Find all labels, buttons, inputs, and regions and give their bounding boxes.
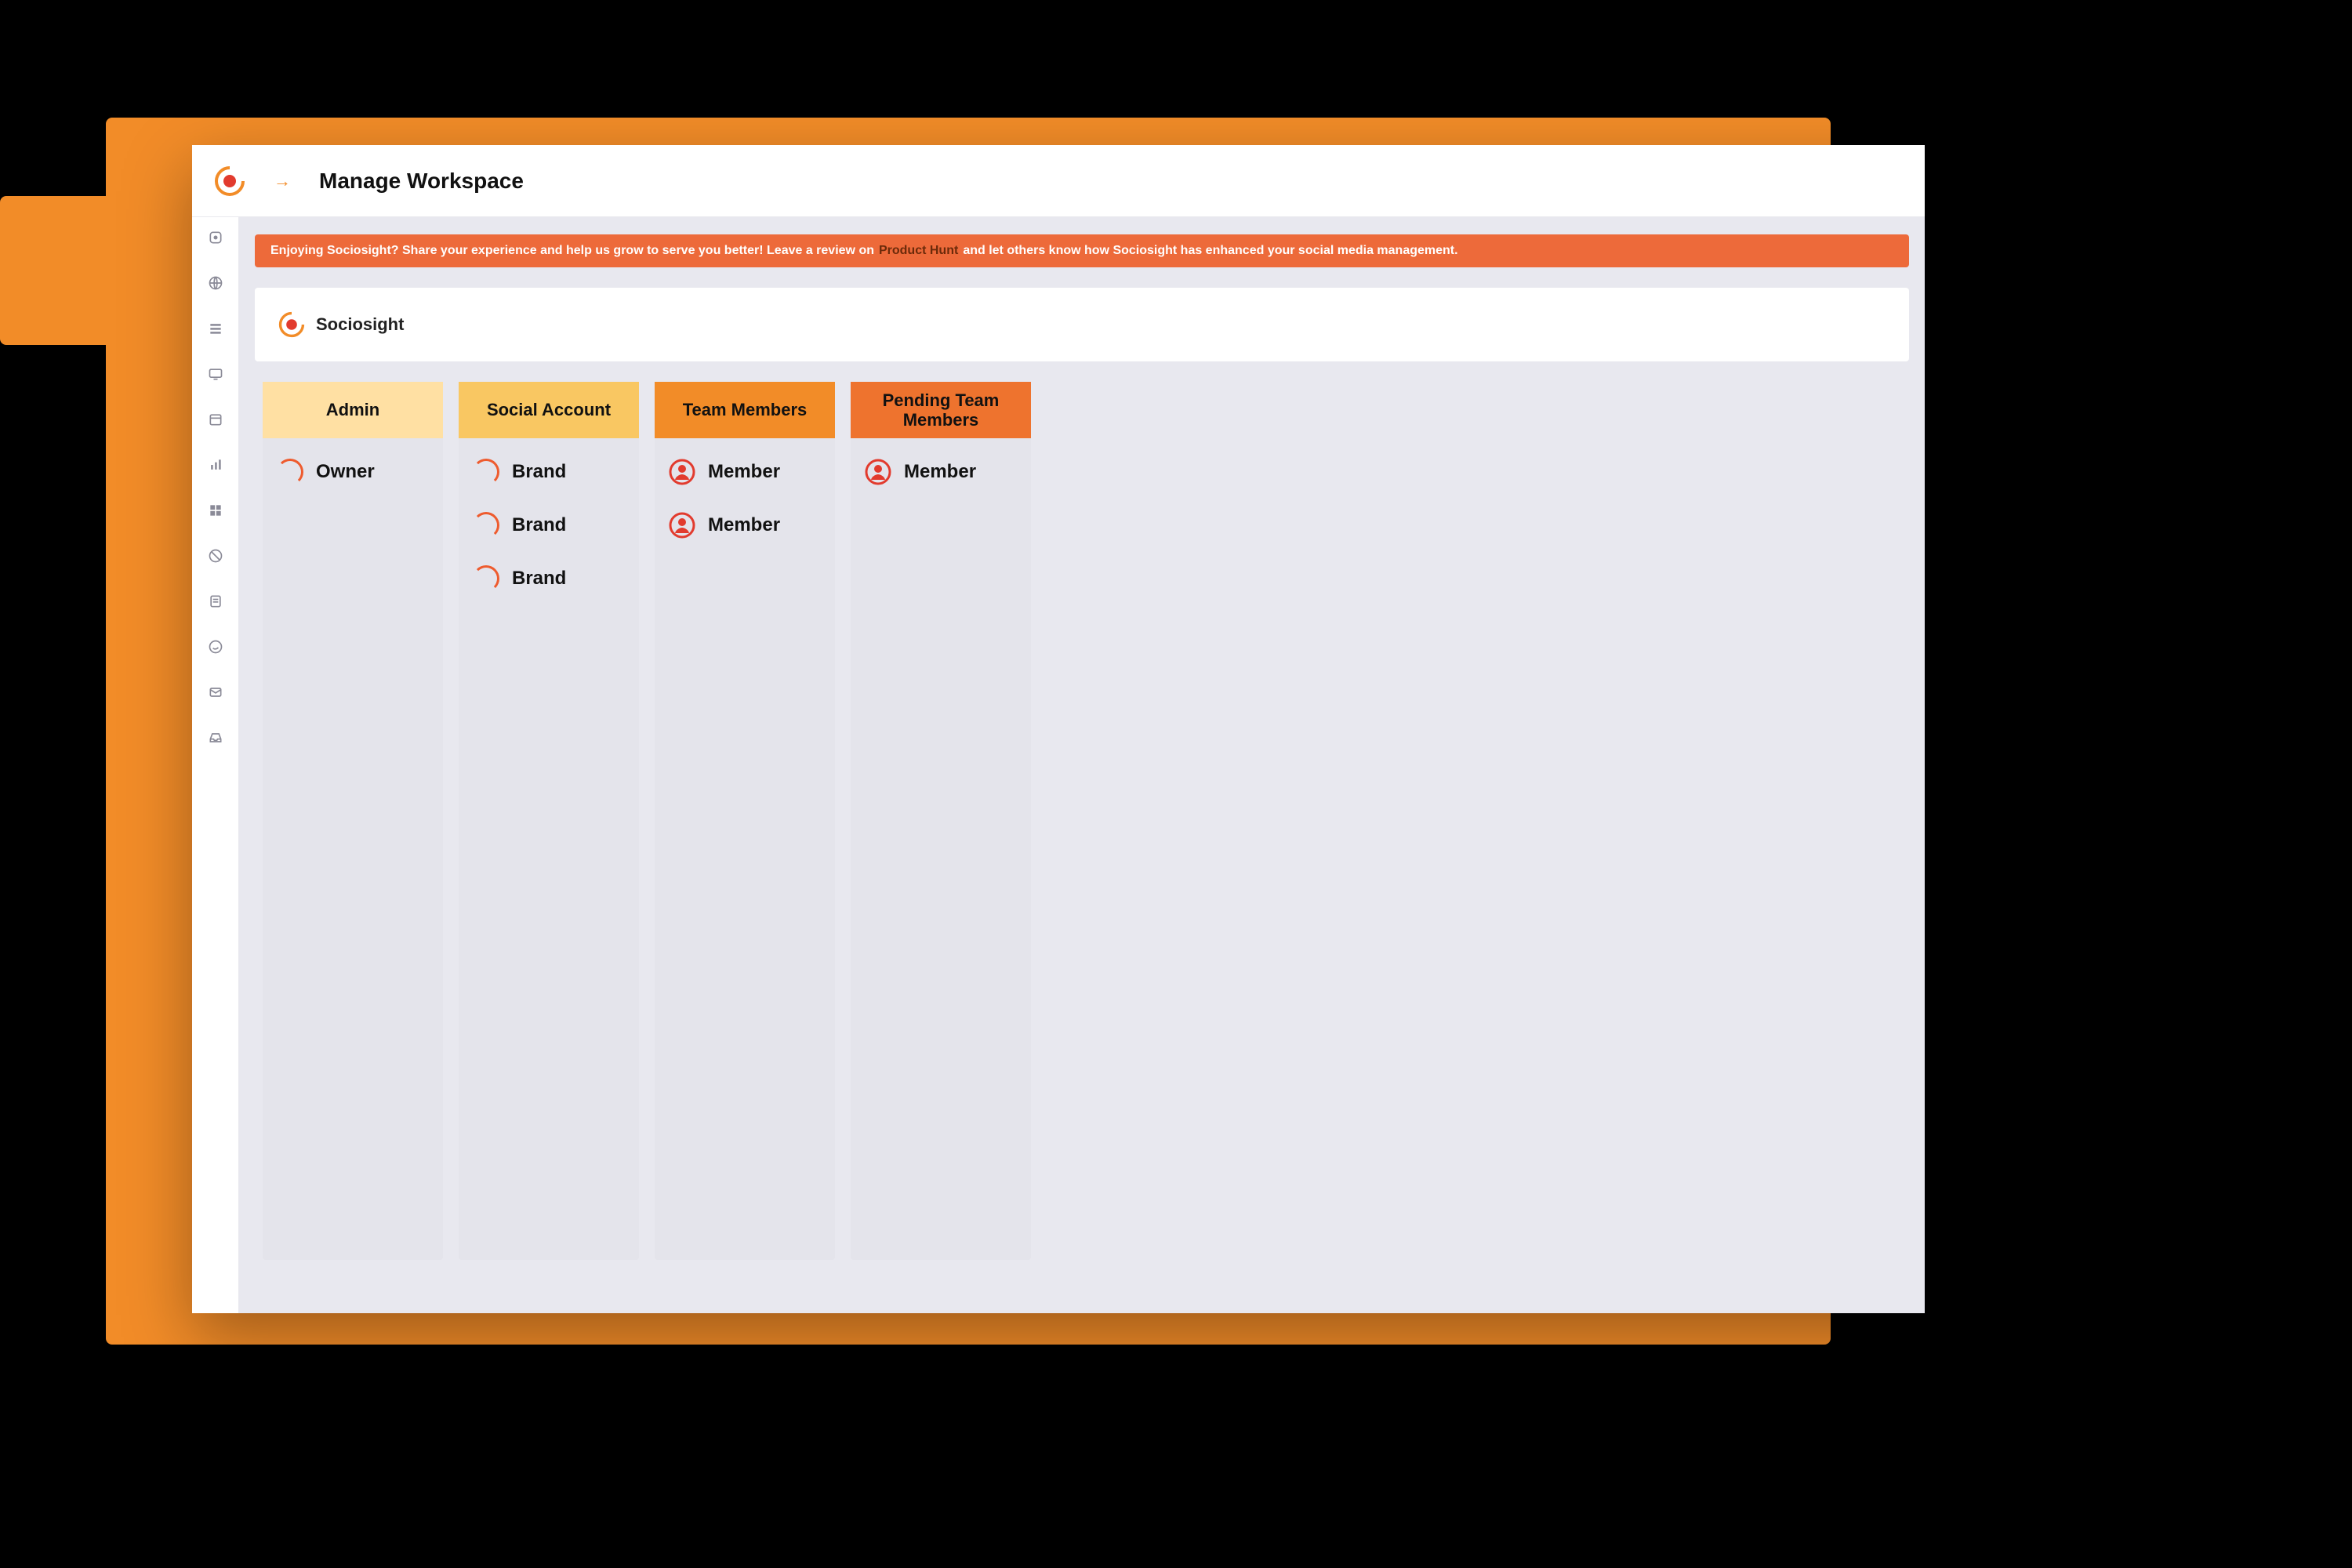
workspace-column: Admin Owner <box>263 382 443 1260</box>
promo-banner-pre: Enjoying Sociosight? Share your experien… <box>270 244 874 258</box>
sidebar-item-whatsapp[interactable] <box>206 637 225 656</box>
workspace-card: Sociosight <box>255 288 1909 361</box>
sidebar-item-inbox[interactable] <box>206 728 225 747</box>
page-title: Manage Workspace <box>319 169 524 194</box>
column-entry-label: Brand <box>512 568 566 590</box>
workspace-column: Social Account Brand Brand Brand <box>459 382 639 1260</box>
column-header: Social Account <box>459 382 639 438</box>
column-body: Member <box>851 438 1031 506</box>
column-entry[interactable]: Member <box>669 512 821 539</box>
column-header: Pending Team Members <box>851 382 1031 438</box>
workspace-logo-icon <box>278 311 305 338</box>
sidebar-item-globe[interactable] <box>206 274 225 292</box>
column-entry-label: Member <box>904 461 976 483</box>
app-window: → Manage Workspace Enjoying Sociosight? … <box>192 145 1925 1313</box>
promo-banner-link[interactable]: Product Hunt <box>879 244 958 258</box>
sidebar-item-brand[interactable] <box>206 228 225 247</box>
column-entry-label: Member <box>708 514 780 536</box>
user-avatar-icon <box>865 459 891 485</box>
topbar: → Manage Workspace <box>192 145 1925 217</box>
column-entry-label: Brand <box>512 514 566 536</box>
column-entry-label: Owner <box>316 461 375 483</box>
column-entry[interactable]: Brand <box>473 459 625 485</box>
workspace-name: Sociosight <box>316 314 404 335</box>
sidebar-item-moderation[interactable] <box>206 546 225 565</box>
sidebar-item-list[interactable] <box>206 319 225 338</box>
loading-spinner-icon <box>473 512 499 539</box>
column-entry[interactable]: Brand <box>473 565 625 592</box>
sidebar <box>192 217 239 1313</box>
column-entry[interactable]: Owner <box>277 459 429 485</box>
loading-spinner-icon <box>277 459 303 485</box>
loading-spinner-icon <box>473 459 499 485</box>
column-body: Member Member <box>655 438 835 559</box>
column-entry[interactable]: Member <box>865 459 1017 485</box>
loading-spinner-icon <box>473 565 499 592</box>
column-entry[interactable]: Brand <box>473 512 625 539</box>
sidebar-item-calendar[interactable] <box>206 410 225 429</box>
user-avatar-icon <box>669 512 695 539</box>
user-avatar-icon <box>669 459 695 485</box>
app-logo-icon <box>214 165 245 197</box>
column-entry-label: Member <box>708 461 780 483</box>
column-entry-label: Brand <box>512 461 566 483</box>
breadcrumb-arrow-icon: → <box>274 171 291 191</box>
column-body: Owner <box>263 438 443 506</box>
column-entry[interactable]: Member <box>669 459 821 485</box>
workspace-column: Team Members Member Member <box>655 382 835 1260</box>
column-header: Team Members <box>655 382 835 438</box>
column-body: Brand Brand Brand <box>459 438 639 612</box>
promo-banner: Enjoying Sociosight? Share your experien… <box>255 234 1909 267</box>
sidebar-item-drafts[interactable] <box>206 592 225 611</box>
workspace-columns: Admin Owner Social Account Brand Brand Brand T… <box>239 382 1925 1283</box>
promo-banner-post: and let others know how Sociosight has e… <box>963 244 1457 258</box>
column-header: Admin <box>263 382 443 438</box>
sidebar-item-analytics[interactable] <box>206 456 225 474</box>
sidebar-item-monitor[interactable] <box>206 365 225 383</box>
sidebar-item-ai[interactable] <box>206 501 225 520</box>
main-content: Enjoying Sociosight? Share your experien… <box>239 217 1925 1313</box>
workspace-column: Pending Team Members Member <box>851 382 1031 1260</box>
sidebar-item-mail[interactable] <box>206 683 225 702</box>
